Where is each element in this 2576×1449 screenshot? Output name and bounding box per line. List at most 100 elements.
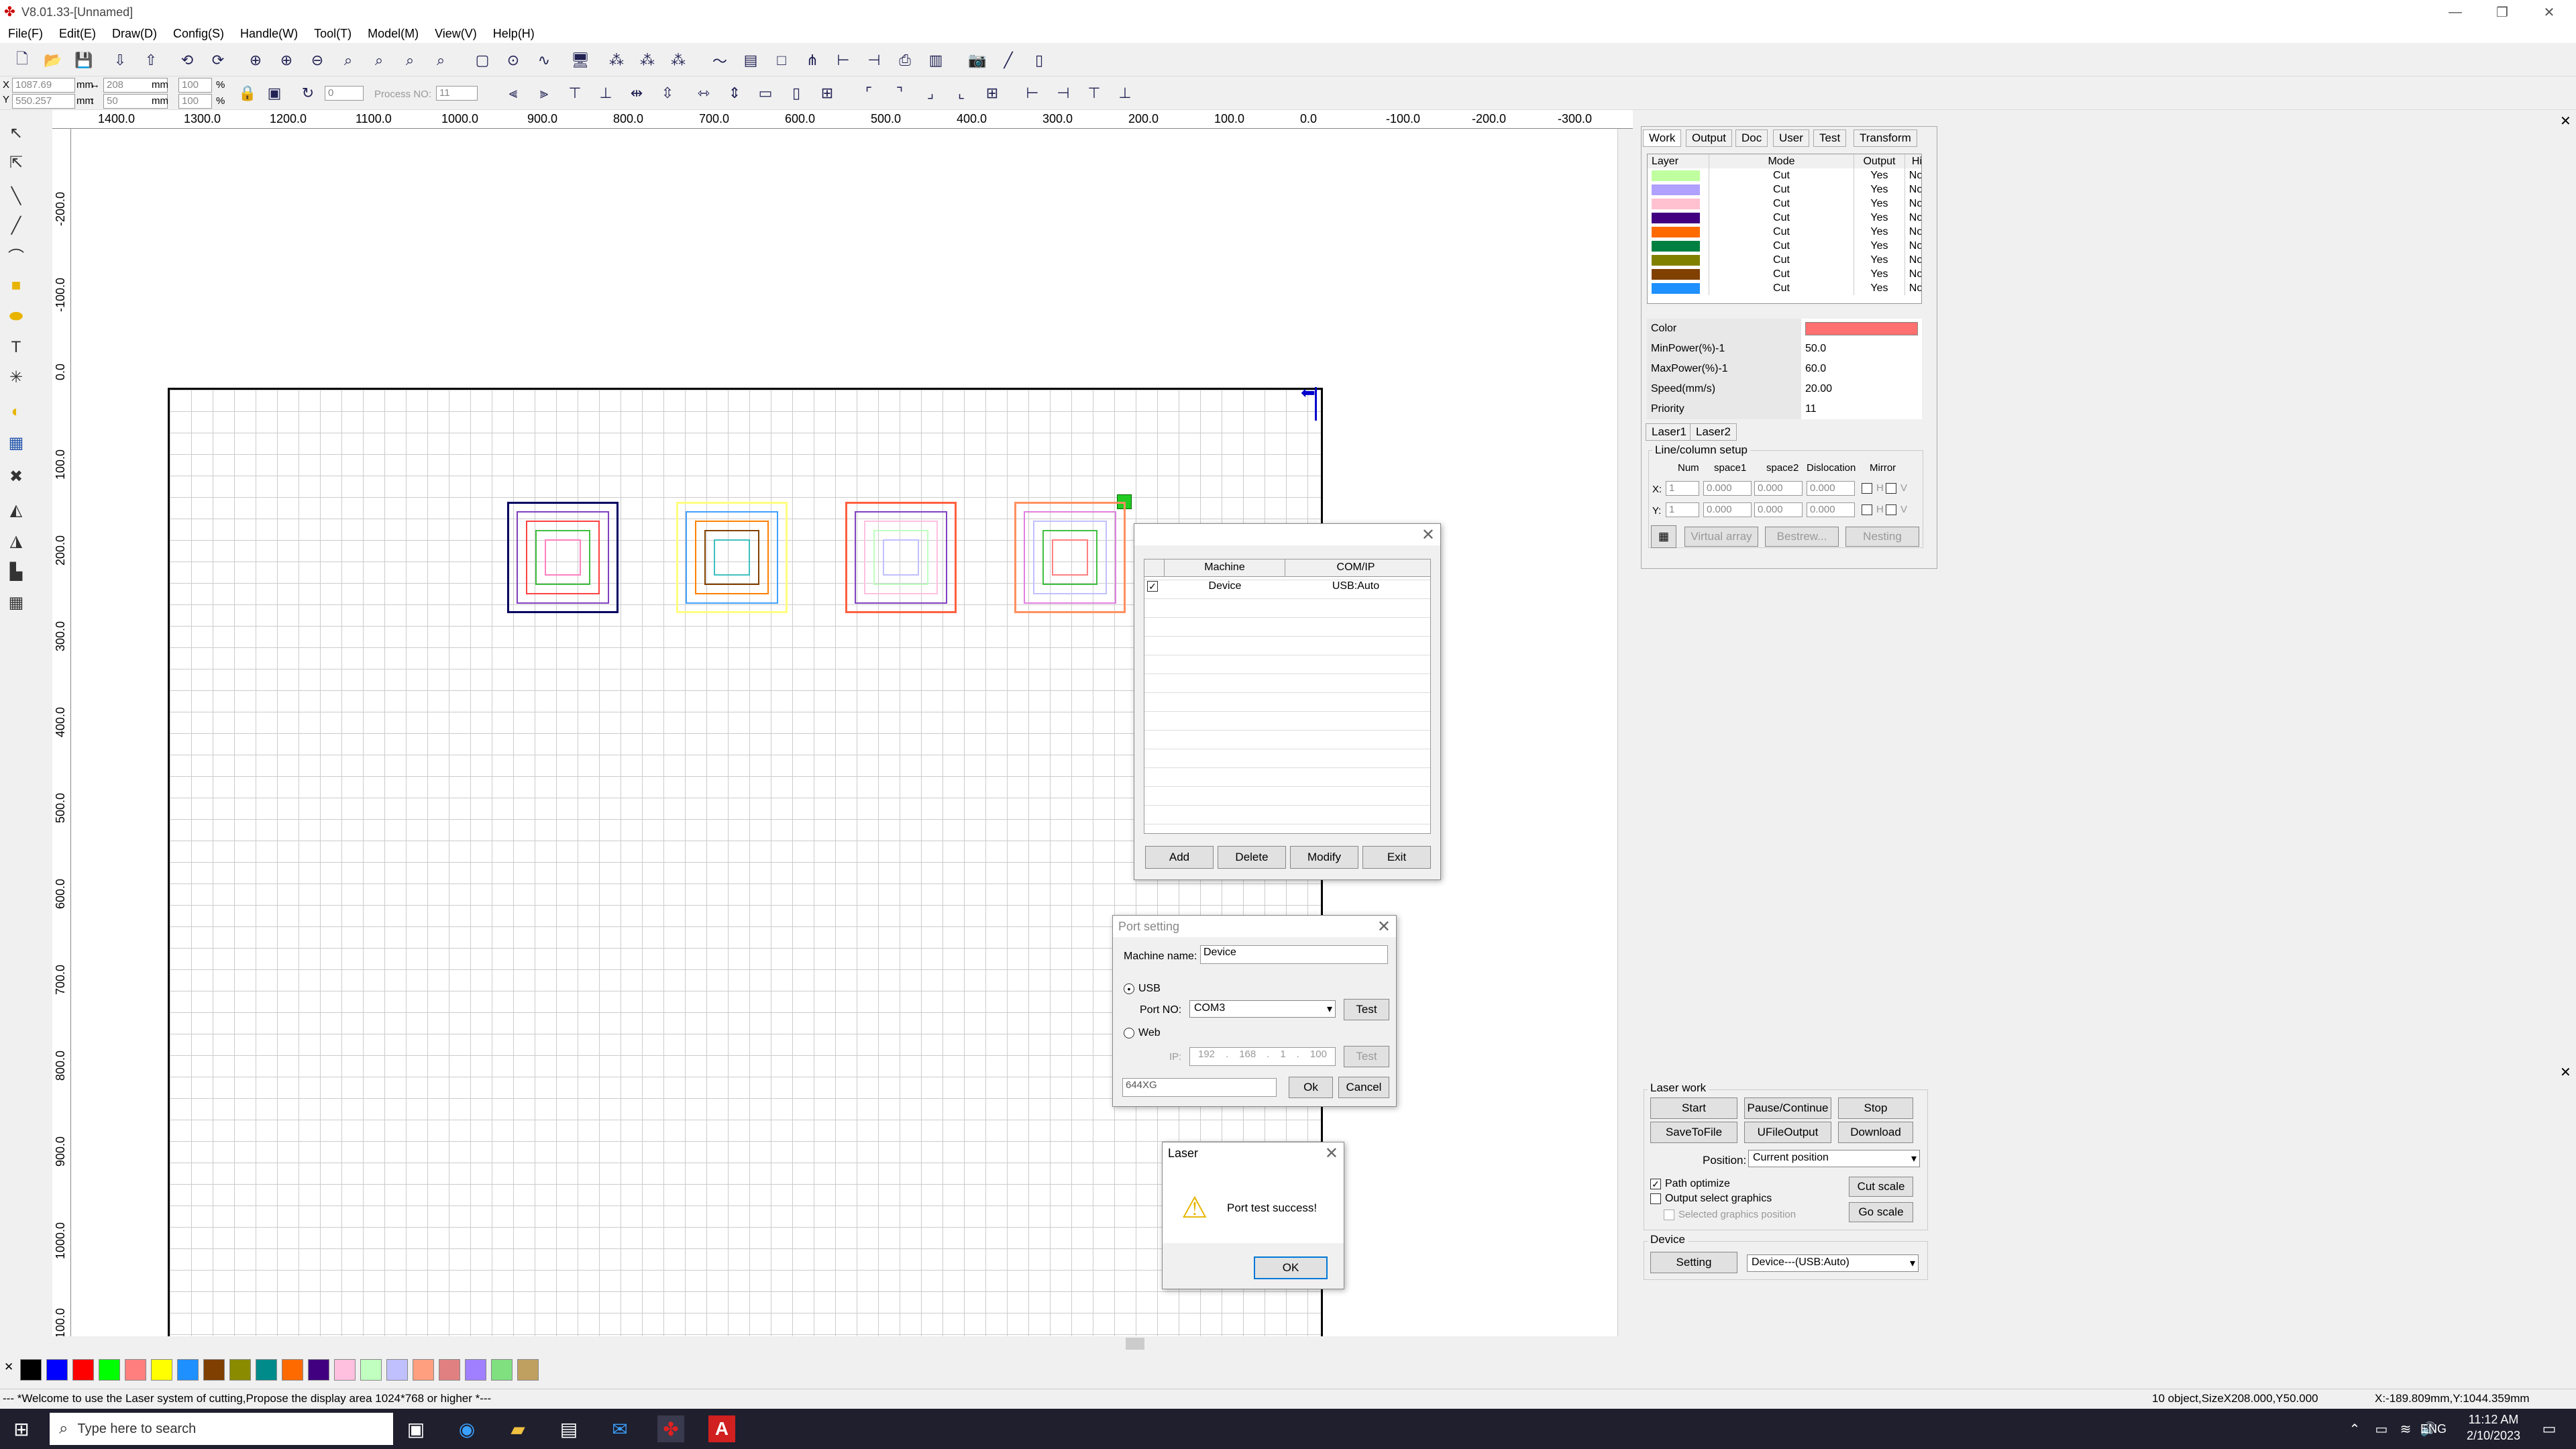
mail-icon[interactable]: ✉ [606,1415,633,1442]
bestrew-button[interactable]: Bestrew... [1765,527,1839,547]
text-icon[interactable]: T [5,337,27,358]
undo-icon[interactable]: ⟲ [174,48,200,73]
layer-row[interactable]: Cut Yes No [1648,211,1921,225]
layer-row[interactable]: Cut Yes No [1648,253,1921,267]
select-arrow-icon[interactable]: ↖ [5,122,27,144]
polyline-icon[interactable]: ╱ [5,215,27,236]
palette-swatch[interactable] [151,1359,172,1381]
laser-pen-icon[interactable]: ╱ [996,48,1021,73]
menu-handle[interactable]: Handle(W) [232,27,306,41]
align-center-v-icon[interactable]: ⇳ [655,80,680,106]
stop-button[interactable]: Stop [1838,1097,1913,1119]
pause-continue-button[interactable]: Pause/Continue [1744,1097,1831,1119]
same-height-icon[interactable]: ⇕ [722,80,747,106]
panel-icon[interactable]: ▥ [923,48,949,73]
message-ok-button[interactable]: OK [1254,1256,1328,1279]
palette-swatch[interactable] [177,1359,199,1381]
array-tool-icon[interactable]: ▦ [5,592,27,613]
rotate-icon[interactable]: ↻ [295,80,321,106]
layer-row[interactable]: Cut Yes No [1648,197,1921,211]
palette-swatch[interactable] [203,1359,225,1381]
align-center-h-icon[interactable]: ⇹ [624,80,649,106]
zoom-in-icon[interactable]: ⊕ [243,48,268,73]
ok-button[interactable]: Ok [1289,1077,1333,1098]
path-icon[interactable]: ⋔ [800,48,825,73]
node-edit-icon[interactable]: ⇱ [5,152,27,173]
zoom-out-icon[interactable]: ⊖ [305,48,330,73]
tab-work[interactable]: Work [1643,129,1682,147]
menu-config[interactable]: Config(S) [165,27,232,41]
no-color-icon[interactable]: ✕ [4,1360,13,1374]
point-icon[interactable]: ✳ [5,366,27,388]
search-box[interactable]: ⌕ Type here to search [50,1413,393,1445]
mirror-h-icon[interactable]: ◭ [5,499,27,521]
zoom-all-icon[interactable]: ⌕ [428,48,453,73]
color-value[interactable] [1805,322,1918,335]
palette-swatch[interactable] [229,1359,251,1381]
grid-icon[interactable]: ▦ [5,432,27,453]
lock-ratio-icon[interactable]: 🔒 [235,80,260,106]
distribute-h-icon[interactable]: ▯ [784,80,809,106]
palette-swatch[interactable] [20,1359,42,1381]
menu-tool[interactable]: Tool(T) [306,27,360,41]
minimize-button[interactable]: — [2428,0,2482,24]
camera-icon[interactable]: 📷 [965,48,990,73]
edge-icon[interactable]: ◉ [453,1415,480,1442]
autocad-icon[interactable]: A [708,1415,735,1442]
ufile-output-button[interactable]: UFileOutput [1744,1122,1831,1143]
align-left-edge-icon[interactable]: ⊢ [1020,80,1045,106]
align-right-edge-icon[interactable]: ⊣ [1051,80,1076,106]
palette-swatch[interactable] [282,1359,303,1381]
property-value[interactable]: 60.0 [1801,359,1922,379]
palette-swatch[interactable] [72,1359,94,1381]
align-top-edge-icon[interactable]: ⊤ [1081,80,1107,106]
angle-field[interactable]: 0 [325,86,364,101]
zoom-page-icon[interactable]: ⌕ [366,48,392,73]
node-icon[interactable]: ⊙ [500,48,526,73]
usb-radio[interactable]: • USB [1124,983,1161,995]
laser-app-icon[interactable]: ✤ [657,1415,684,1442]
layer-row[interactable]: Cut Yes No [1648,267,1921,281]
tab-laser1[interactable]: Laser1 [1646,423,1693,441]
tab-test[interactable]: Test [1813,129,1847,147]
machine-name-field[interactable]: Device [1200,945,1388,964]
menu-draw[interactable]: Draw(D) [104,27,165,41]
vertical-scrollbar[interactable] [1618,129,1633,1336]
y-dislocation-field[interactable]: 0.000 [1807,502,1855,517]
ruler-icon[interactable]: ▯ [1026,48,1052,73]
save-to-file-button[interactable]: SaveToFile [1650,1122,1737,1143]
monitor-icon[interactable]: 🖥 [568,48,593,73]
palette-swatch[interactable] [517,1359,539,1381]
palette-swatch[interactable] [439,1359,460,1381]
smooth-curve-icon[interactable]: 〜 [707,48,733,73]
port-select[interactable]: COM3 [1189,1000,1336,1018]
y-num-field[interactable]: 1 [1666,502,1699,517]
palette-swatch[interactable] [308,1359,329,1381]
explorer-icon[interactable]: ▰ [504,1415,531,1442]
center-icon[interactable]: ⊞ [979,80,1005,106]
y-field[interactable]: 550.257 [12,94,75,109]
menu-help[interactable]: Help(H) [485,27,543,41]
corner-tl-icon[interactable]: ⌜ [856,80,881,106]
palette-swatch[interactable] [125,1359,146,1381]
close-button[interactable]: ✕ [2522,0,2576,24]
zoom-select-icon[interactable]: ⌕ [397,48,423,73]
palette-swatch[interactable] [99,1359,120,1381]
curve-icon[interactable]: ∿ [531,48,557,73]
position-select[interactable]: Current position [1748,1150,1920,1167]
shape-square[interactable] [883,539,919,576]
redo-icon[interactable]: ⟳ [205,48,231,73]
same-width-icon[interactable]: ⇿ [691,80,716,106]
tab-transform[interactable]: Transform [1854,129,1917,147]
y-space1-field[interactable]: 0.000 [1703,502,1752,517]
download-button[interactable]: Download [1838,1122,1913,1143]
ip-field[interactable]: 192. 168. 1. 100 [1189,1047,1336,1066]
menu-file[interactable]: File(F) [0,27,51,41]
layer-icon[interactable]: ▙ [5,561,27,582]
mirror-v-icon[interactable]: ◮ [5,530,27,551]
line-icon[interactable]: ╲ [5,185,27,207]
x-space1-field[interactable]: 0.000 [1703,481,1752,496]
shape-square[interactable] [1052,539,1088,576]
ellipse-icon[interactable]: ⬬ [5,306,27,327]
select-frame-icon[interactable]: ▢ [470,48,495,73]
